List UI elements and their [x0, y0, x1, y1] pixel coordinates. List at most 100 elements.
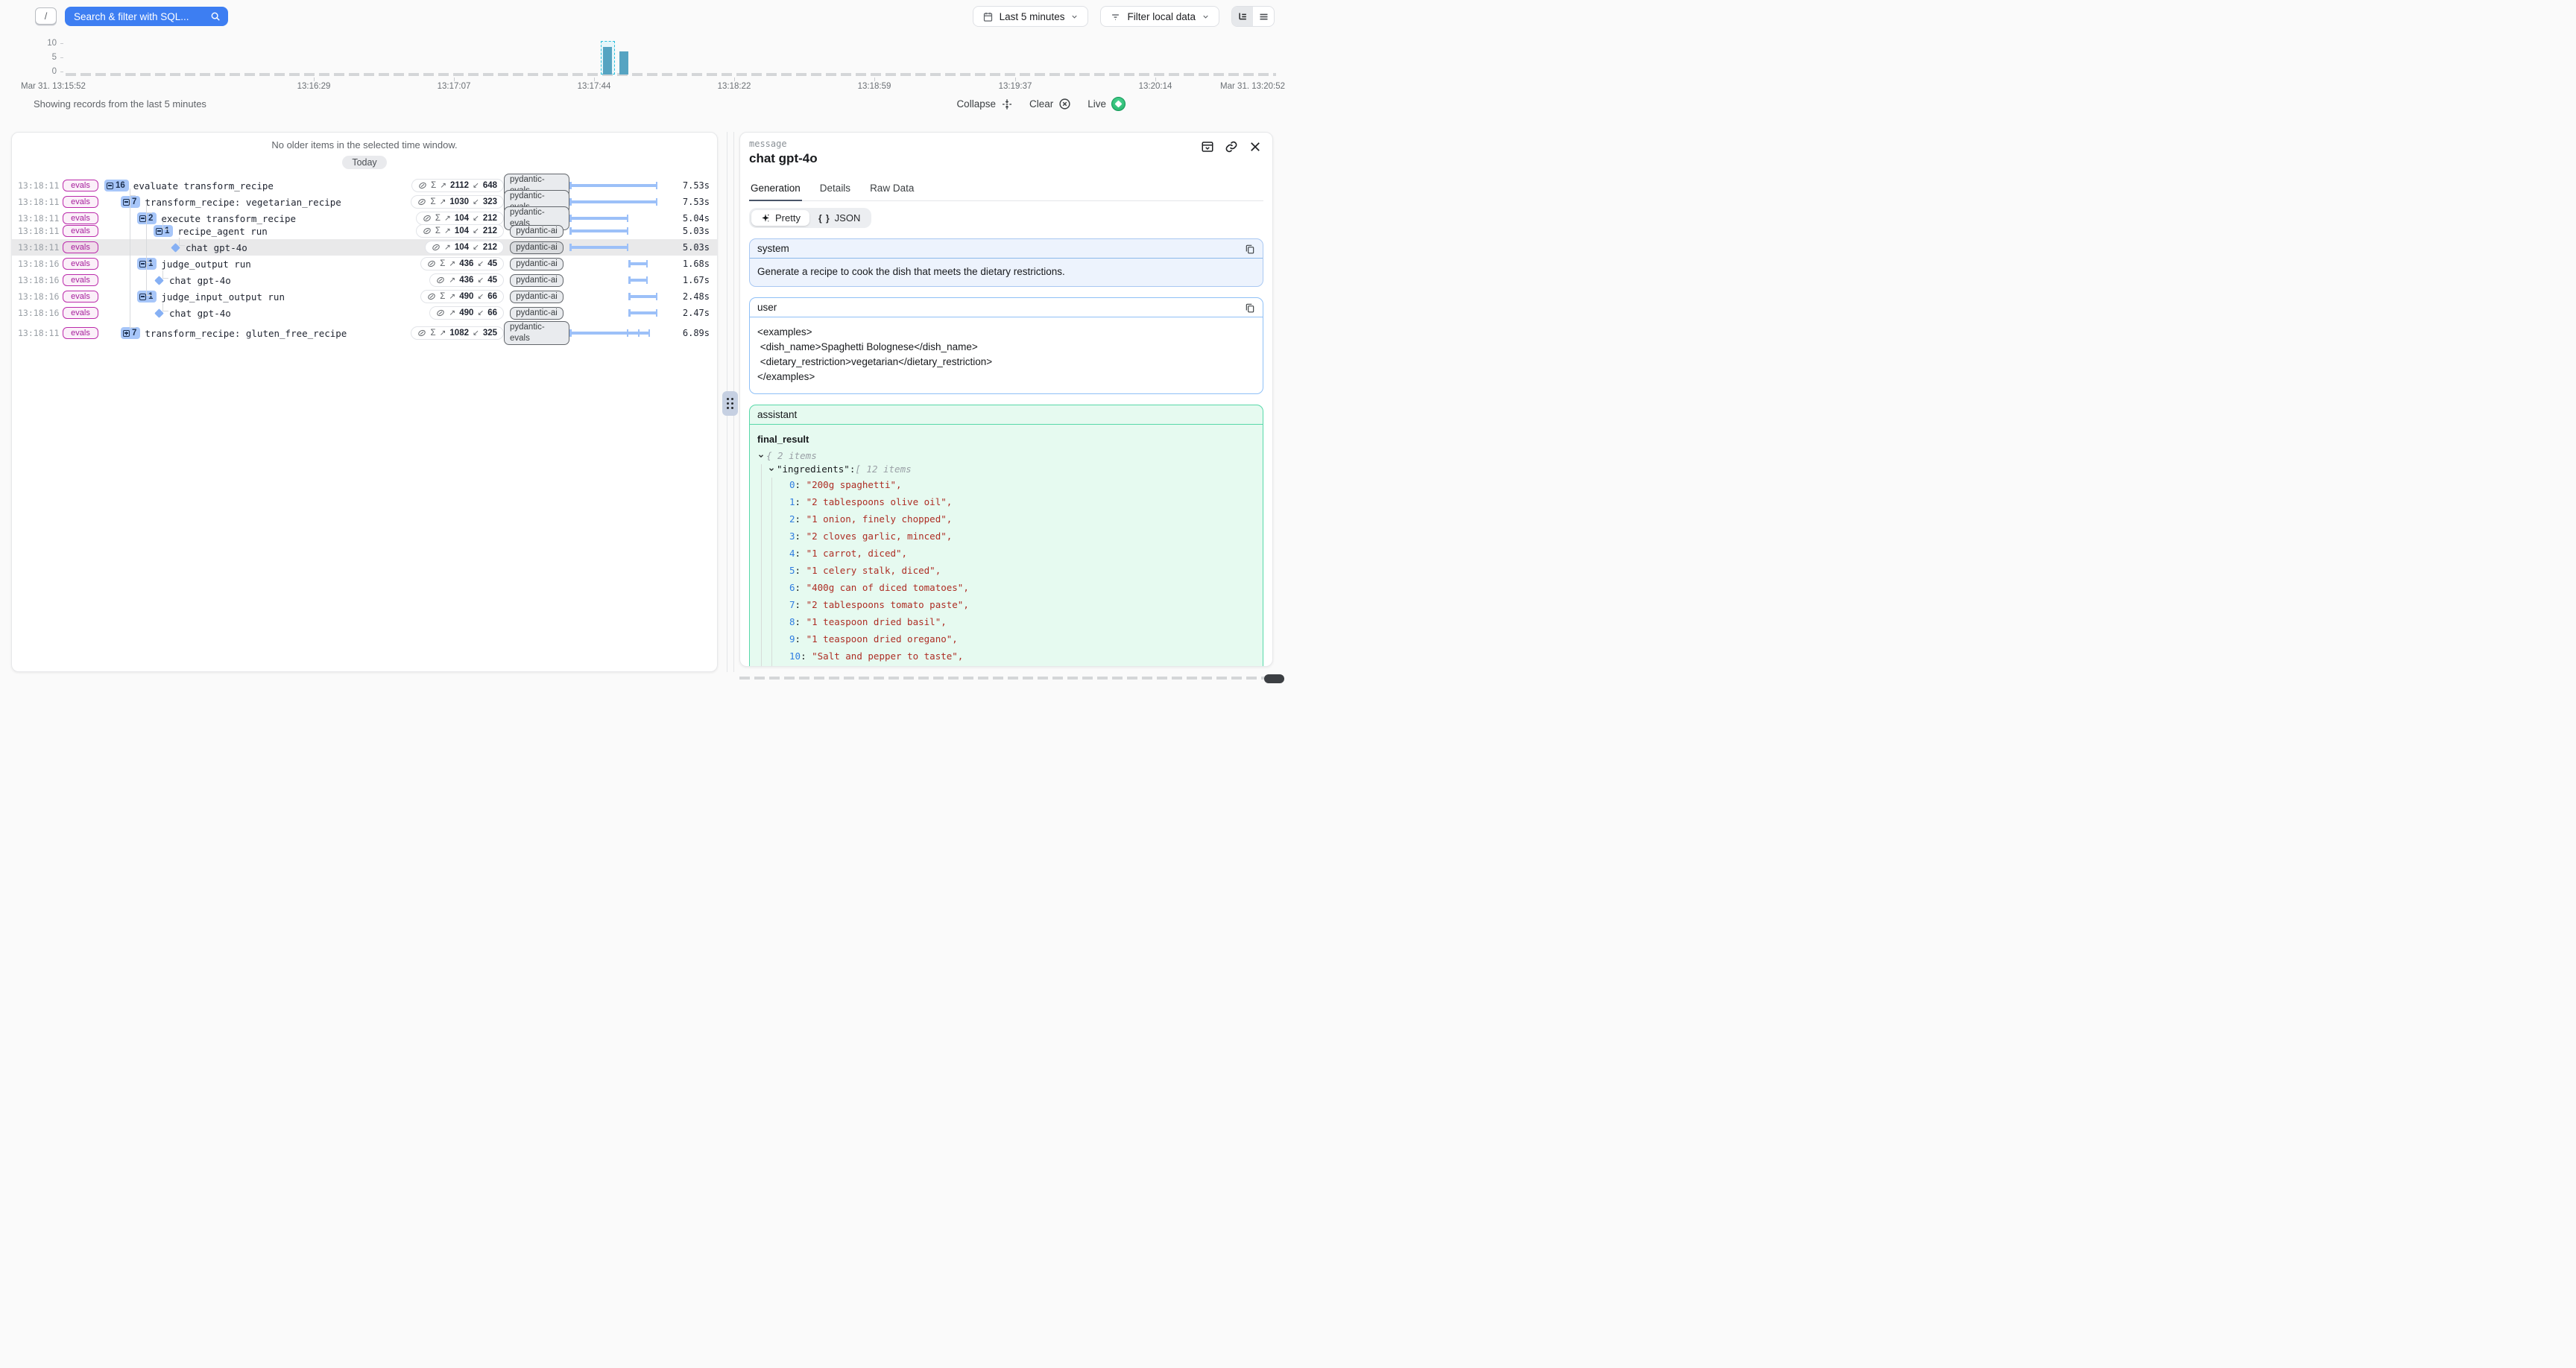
- panel-resize-handle[interactable]: [722, 391, 738, 416]
- time-range-select[interactable]: Last 5 minutes: [973, 6, 1089, 27]
- scope-tag: pydantic-ai: [510, 291, 564, 303]
- chevron-down-icon[interactable]: [757, 452, 765, 460]
- duration: 2.48s: [668, 291, 710, 302]
- row-timestamp: 13:18:16: [18, 308, 63, 318]
- copy-icon[interactable]: [1245, 303, 1255, 313]
- trace-row-selected[interactable]: 13:18:11 evals chat gpt-4o ↗104 ↙212 pyd…: [12, 239, 717, 256]
- timeline-histogram[interactable]: 10 5 0 Mar 31. 13:15:52 13:16:29 13:17:0…: [0, 39, 1288, 92]
- array-value: 2 tablespoons tomato paste: [806, 599, 969, 610]
- histogram-bar[interactable]: [619, 51, 628, 75]
- output-tokens: 45: [487, 259, 497, 268]
- trace-row[interactable]: 13:18:16 evals chat gpt-4o ↗436 ↙45 pyda…: [12, 272, 717, 288]
- token-metrics-chip: Σ ↗104 ↙212: [416, 224, 504, 238]
- gantt-track: [569, 329, 668, 338]
- tab-details[interactable]: Details: [818, 183, 852, 200]
- scrollbar-thumb[interactable]: [1264, 674, 1284, 683]
- collapse-label: Collapse: [956, 98, 996, 110]
- collapse-button[interactable]: Collapse: [956, 98, 1013, 110]
- evals-badge: evals: [63, 274, 98, 286]
- filter-icon: [1110, 11, 1121, 22]
- pretty-json-toggle: Pretty { } JSON: [749, 208, 871, 228]
- sigma-icon: Σ: [431, 181, 436, 190]
- collapse-chip[interactable]: 16: [104, 180, 129, 191]
- array-index: 8: [789, 616, 795, 627]
- span-label: evaluate transform_recipe: [133, 180, 274, 191]
- collapse-chip[interactable]: 1: [137, 291, 157, 303]
- collapse-chip[interactable]: 1: [137, 258, 157, 270]
- clear-label: Clear: [1029, 98, 1053, 110]
- input-tokens-icon: ↗: [440, 329, 446, 338]
- trace-row[interactable]: 13:18:16 evals chat gpt-4o ↗490 ↙66 pyda…: [12, 305, 717, 321]
- trace-row[interactable]: 13:18:11 evals 7 transform_recipe: veget…: [12, 190, 717, 206]
- output-tokens-icon: ↙: [477, 276, 484, 285]
- collapse-icon: [1001, 98, 1013, 110]
- collapse-chip[interactable]: 2: [137, 212, 157, 224]
- token-metrics-chip: Σ ↗1082 ↙325: [411, 326, 504, 340]
- x-axis-tick-label: 13:16:29: [297, 82, 331, 91]
- input-tokens-icon: ↗: [444, 214, 451, 223]
- copy-icon[interactable]: [1245, 244, 1255, 254]
- trace-row[interactable]: 13:18:11 evals 7 transform_recipe: glute…: [12, 321, 717, 338]
- pretty-toggle[interactable]: Pretty: [751, 210, 809, 226]
- trace-list-panel: No older items in the selected time wind…: [11, 132, 718, 672]
- json-array-item: 10: Salt and pepper to taste: [757, 647, 1255, 665]
- token-metrics-chip: ↗104 ↙212: [425, 241, 504, 254]
- json-array-item: 9: 1 teaspoon dried oregano: [757, 630, 1255, 647]
- trace-row[interactable]: 13:18:16 evals 1 judge_output run Σ ↗436…: [12, 256, 717, 272]
- trace-row[interactable]: 13:18:11 evals 16 evaluate transform_rec…: [12, 174, 717, 190]
- trace-row[interactable]: 13:18:11 evals 1 recipe_agent run Σ ↗104…: [12, 223, 717, 239]
- row-timestamp: 13:18:11: [18, 213, 63, 224]
- trace-rows: 13:18:11 evals 16 evaluate transform_rec…: [12, 174, 717, 338]
- tokens-icon: [417, 329, 426, 338]
- expand-chip[interactable]: 7: [121, 327, 140, 339]
- tab-raw-data[interactable]: Raw Data: [868, 183, 915, 200]
- collapse-chip[interactable]: 1: [154, 225, 173, 237]
- collapse-minus-icon: [107, 183, 113, 189]
- json-toggle[interactable]: { } JSON: [809, 210, 869, 226]
- filter-local-data-select[interactable]: Filter local data: [1100, 6, 1219, 27]
- search-button[interactable]: Search & filter with SQL...: [65, 7, 228, 26]
- chevron-down-icon: [1070, 13, 1079, 21]
- trace-row[interactable]: 13:18:11 evals 2 execute transform_recip…: [12, 206, 717, 223]
- span-label: transform_recipe: gluten_free_recipe: [145, 328, 347, 339]
- collapse-chip[interactable]: 7: [121, 196, 140, 208]
- json-array-item: 4: 1 carrot, diced: [757, 545, 1255, 562]
- live-toggle[interactable]: Live: [1087, 97, 1126, 111]
- evals-badge: evals: [63, 180, 98, 191]
- chevron-down-icon[interactable]: [768, 466, 775, 473]
- input-tokens-icon: ↗: [440, 181, 446, 190]
- array-value: 2 cloves garlic, minced: [806, 531, 953, 542]
- today-pill: Today: [342, 156, 386, 169]
- list-view-toggle[interactable]: [1253, 7, 1274, 26]
- clear-button[interactable]: Clear: [1029, 98, 1071, 110]
- final-result-label: final_result: [757, 434, 1255, 445]
- copy-link-icon[interactable]: [1225, 140, 1238, 153]
- sigma-icon: Σ: [435, 227, 441, 235]
- system-message-text: Generate a recipe to cook the dish that …: [750, 259, 1263, 286]
- tokens-icon: [417, 197, 426, 206]
- scope-tag: pydantic-ai: [510, 307, 564, 320]
- duration: 1.67s: [668, 275, 710, 285]
- row-timestamp: 13:18:16: [18, 275, 63, 285]
- trace-row[interactable]: 13:18:16 evals 1 judge_input_output run …: [12, 288, 717, 305]
- sigma-icon: Σ: [440, 292, 445, 301]
- json-array-item: 7: 2 tablespoons tomato paste: [757, 596, 1255, 613]
- dock-panel-icon[interactable]: [1201, 140, 1214, 153]
- input-tokens: 1082: [449, 329, 469, 338]
- user-message-text: <examples> <dish_name>Spaghetti Bolognes…: [750, 317, 1263, 393]
- expand-plus-icon: [123, 330, 130, 337]
- child-count: 1: [165, 227, 169, 235]
- system-message-card: system Generate a recipe to cook the dis…: [749, 238, 1263, 287]
- tokens-icon: [427, 292, 436, 301]
- output-tokens: 212: [483, 214, 497, 223]
- output-tokens-icon: ↙: [477, 259, 484, 268]
- close-icon[interactable]: [1248, 140, 1262, 153]
- tree-view-toggle[interactable]: [1232, 7, 1253, 26]
- array-index: 10: [789, 650, 801, 662]
- array-index: 3: [789, 531, 795, 542]
- clear-icon: [1058, 98, 1071, 110]
- scope-tag: pydantic-evals: [504, 321, 569, 345]
- array-summary: [ 12 items: [855, 463, 911, 476]
- tab-generation[interactable]: Generation: [749, 183, 802, 201]
- histogram-bar[interactable]: [603, 47, 612, 75]
